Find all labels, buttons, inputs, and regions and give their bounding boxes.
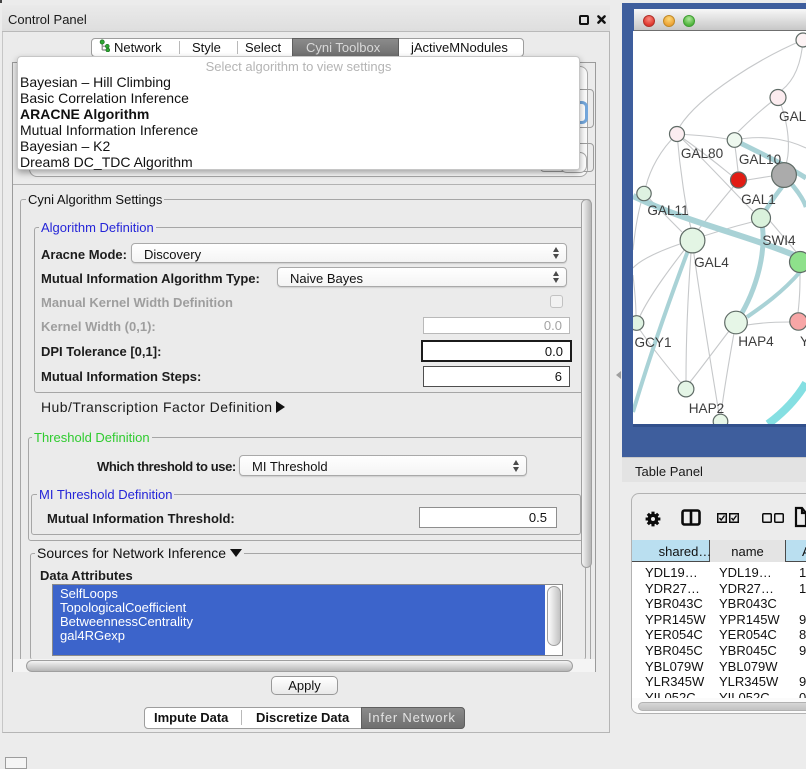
svg-text:GAL1: GAL1 [741,192,776,207]
svg-text:GAL2: GAL2 [779,109,806,124]
svg-text:HAP2: HAP2 [689,401,725,416]
svg-text:GAL11: GAL11 [647,203,688,218]
svg-text:HAP4: HAP4 [738,334,774,349]
svg-text:SWI4: SWI4 [762,233,796,248]
svg-text:GCY1: GCY1 [634,335,671,350]
svg-text:GAL80: GAL80 [681,146,724,161]
svg-text:GAL10: GAL10 [739,152,782,167]
svg-text:Y: Y [800,334,806,349]
svg-text:GAL4: GAL4 [694,255,729,270]
